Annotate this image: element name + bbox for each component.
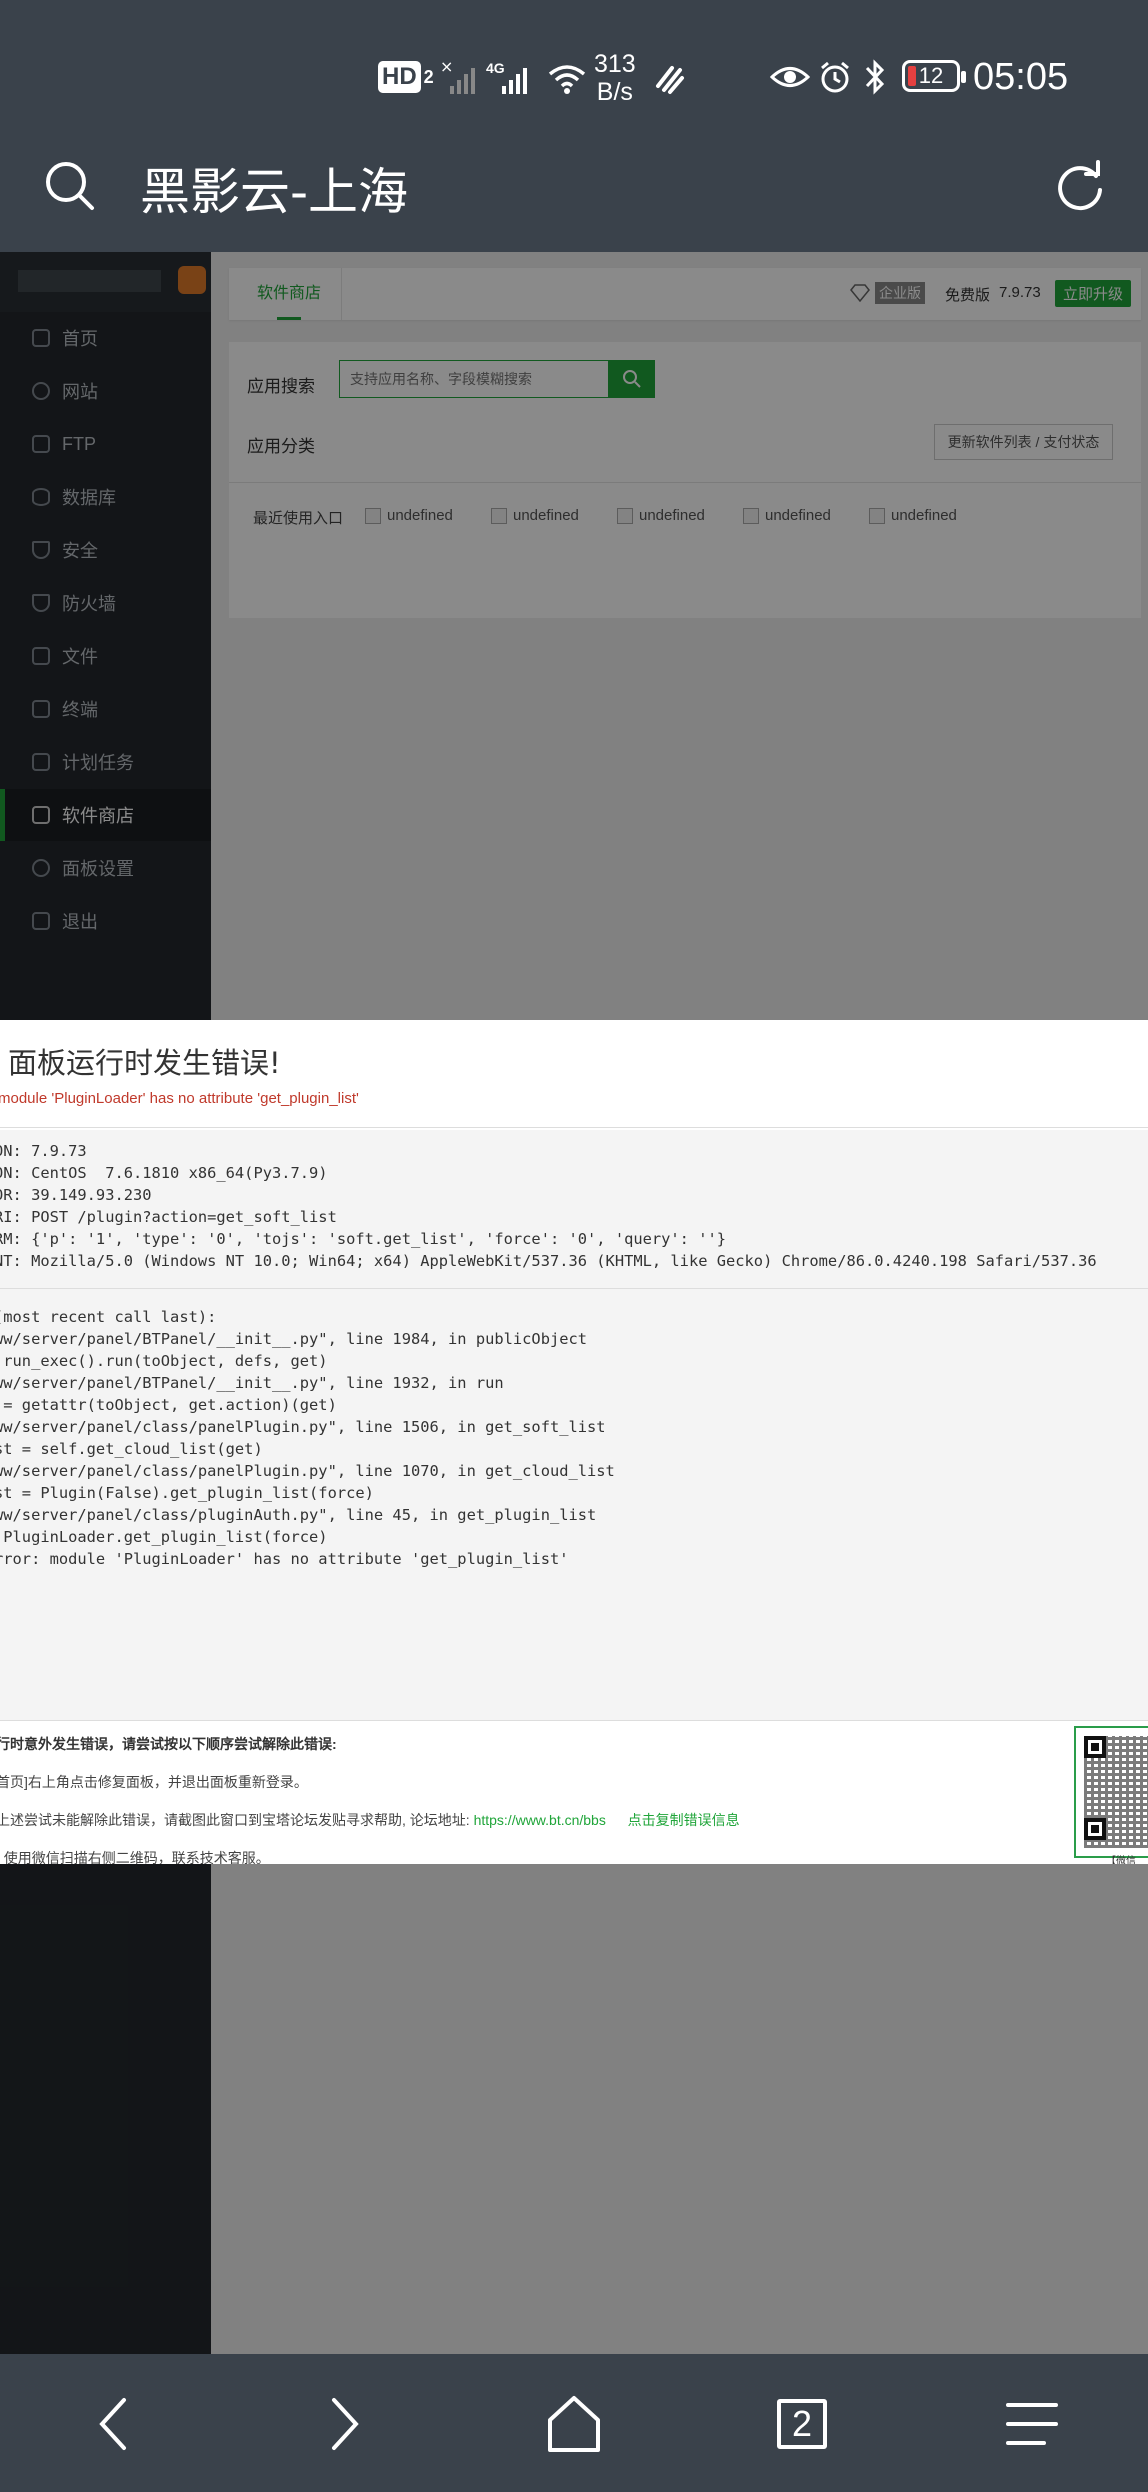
battery-indicator: 12 <box>902 60 966 92</box>
info-line: RM: {'p': '1', 'type': '0', 'tojs': 'sof… <box>0 1230 727 1248</box>
hd-sub-label: 2 <box>423 66 434 87</box>
page-title[interactable]: 黑影云-上海 <box>140 152 408 224</box>
traceback-line: rror: module 'PluginLoader' has no attri… <box>0 1550 569 1568</box>
speed-unit: B/s <box>596 78 633 106</box>
no-signal-icon: × <box>440 58 475 94</box>
traceback-line: ww/server/panel/class/panelPlugin.py", l… <box>0 1462 615 1480</box>
back-button[interactable] <box>64 2374 164 2474</box>
home-icon <box>548 2396 600 2452</box>
info-line: ON: CentOS 7.6.1810 x86_64(Py3.7.9) <box>0 1164 328 1182</box>
traceback-line: ww/server/panel/BTPanel/__init__.py", li… <box>0 1374 504 1392</box>
bluetooth-icon <box>865 59 885 95</box>
battery-level: 12 <box>918 63 944 88</box>
error-dialog: 面板运行时发生错误! module 'PluginLoader' has no … <box>0 1020 1148 1864</box>
chevron-right-icon <box>332 2398 359 2450</box>
info-line: NT: Mozilla/5.0 (Windows NT 10.0; Win64;… <box>0 1252 1097 1270</box>
help-heading: 行时意外发生错误，请尝试按以下顺序尝试解除此错误: <box>0 1736 337 1752</box>
traceback-line: ww/server/panel/class/panelPlugin.py", l… <box>0 1418 606 1436</box>
link-boost-icon <box>656 66 684 94</box>
traceback-line: run_exec().run(toObject, defs, get) <box>0 1352 328 1370</box>
wifi-icon <box>548 65 586 94</box>
clock: 05:05 <box>973 55 1069 98</box>
hamburger-menu-icon <box>1006 2403 1058 2445</box>
tabs-button[interactable]: 2 <box>752 2374 852 2474</box>
signal-strength-icon <box>502 68 527 94</box>
web-viewport: 首页 网站 FTP 数据库 安全 防火墙 文件 终端 计划任务 软件商店 面板设… <box>0 252 1148 2354</box>
refresh-icon[interactable] <box>1050 156 1110 216</box>
network-speed: 313 B/s <box>594 50 636 108</box>
chevron-left-icon <box>99 2398 126 2450</box>
traceback-line: = getattr(toObject, get.action)(get) <box>0 1396 337 1414</box>
dialog-title: 面板运行时发生错误! <box>8 1046 281 1080</box>
menu-button[interactable] <box>982 2374 1082 2474</box>
qr-finder <box>1084 1736 1106 1758</box>
traceback-line: (most recent call last): <box>0 1308 217 1326</box>
traceback-line: PluginLoader.get_plugin_list(force) <box>0 1528 328 1546</box>
traceback-line: st = Plugin(False).get_plugin_list(force… <box>0 1484 374 1502</box>
eye-comfort-icon <box>770 67 810 87</box>
hd-voice-indicator: HD 2 <box>378 52 434 102</box>
tabs-count: 2 <box>777 2399 827 2449</box>
error-summary: module 'PluginLoader' has no attribute '… <box>0 1090 359 1107</box>
divider <box>0 1288 1148 1289</box>
help-step-2: 上述尝试未能解除此错误，请截图此窗口到宝塔论坛发贴寻求帮助, 论坛地址: htt… <box>0 1810 740 1830</box>
qr-finder <box>1084 1818 1106 1840</box>
help-step-1: 首页]右上角点击修复面板，并退出面板重新登录。 <box>0 1774 308 1790</box>
info-line: OR: 39.149.93.230 <box>0 1186 152 1204</box>
traceback-line: st = self.get_cloud_list(get) <box>0 1440 263 1458</box>
copy-error-link[interactable]: 点击复制错误信息 <box>628 1812 740 1828</box>
svg-text:×: × <box>440 58 453 76</box>
wechat-qr-code: 【微信 <box>1074 1726 1148 1864</box>
forum-link[interactable]: https://www.bt.cn/bbs <box>474 1812 606 1828</box>
forward-button[interactable] <box>294 2374 394 2474</box>
error-details: ON: 7.9.73 ON: CentOS 7.6.1810 x86_64(Py… <box>0 1130 1148 1720</box>
traceback-line: ww/server/panel/BTPanel/__init__.py", li… <box>0 1330 588 1348</box>
home-button[interactable] <box>524 2374 624 2474</box>
help-step-3: : 使用微信扫描右侧二维码，联系技术客服。 <box>0 1850 270 1864</box>
info-line: ON: 7.9.73 <box>0 1142 87 1160</box>
help-step-2-text: 上述尝试未能解除此错误，请截图此窗口到宝塔论坛发贴寻求帮助, 论坛地址: <box>0 1812 470 1828</box>
browser-bottom-nav: 2 <box>0 2354 1148 2492</box>
traceback-line: ww/server/panel/class/pluginAuth.py", li… <box>0 1506 597 1524</box>
info-line: RI: POST /plugin?action=get_soft_list <box>0 1208 337 1226</box>
browser-title-bar: 黑影云-上海 <box>0 150 1148 252</box>
alarm-icon <box>821 61 849 93</box>
speed-value: 313 <box>594 50 636 78</box>
divider <box>0 1127 1148 1128</box>
divider <box>0 1720 1148 1721</box>
status-bar: HD 2 × 4G 313 B/s 12 05:05 <box>0 0 1148 150</box>
search-icon[interactable] <box>40 156 100 216</box>
hd-label: HD <box>378 61 421 93</box>
qr-caption: 【微信 <box>1106 1856 1136 1864</box>
